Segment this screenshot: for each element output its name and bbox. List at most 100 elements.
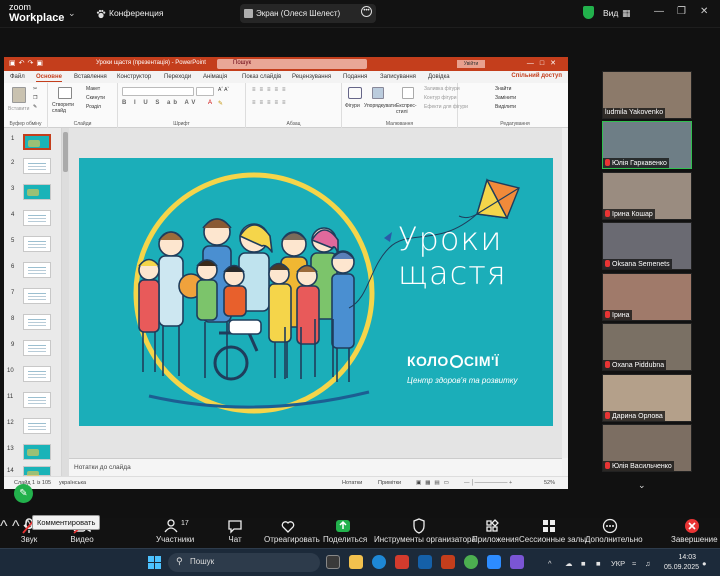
language-indicator[interactable]: українська: [59, 480, 86, 486]
participant-tile[interactable]: Ірина: [602, 273, 692, 321]
powerpoint-icon[interactable]: [441, 555, 455, 569]
section-button[interactable]: Розділ: [86, 104, 101, 110]
more-button[interactable]: Дополнительно: [585, 518, 643, 548]
tab-animations[interactable]: Анімація: [203, 74, 227, 80]
participant-tile[interactable]: Юлія Васильченко: [602, 424, 692, 472]
highlight-icon[interactable]: ✎: [218, 100, 223, 107]
quick-styles-icon[interactable]: [402, 87, 414, 99]
tab-file[interactable]: Файл: [10, 74, 25, 80]
taskbar-search[interactable]: ⚲ Пошук: [168, 553, 320, 572]
task-view-icon[interactable]: [326, 555, 340, 569]
taskbar-clock[interactable]: 14:03 05.09.2025: [664, 553, 699, 573]
participant-tile[interactable]: Ірина Кошар: [602, 172, 692, 220]
ppt-share-button[interactable]: Спільний доступ: [511, 73, 562, 79]
tab-view[interactable]: Подання: [343, 74, 367, 80]
align-buttons[interactable]: ≡≡≡≡≡: [252, 100, 290, 106]
select-button[interactable]: Виділити: [495, 104, 516, 110]
replace-button[interactable]: Замінити: [495, 95, 516, 101]
notes-pane[interactable]: Нотатки до слайда: [69, 458, 562, 476]
tab-insert[interactable]: Вставлення: [74, 74, 107, 80]
chrome-icon[interactable]: [464, 555, 478, 569]
slide-thumbnail[interactable]: [23, 210, 51, 226]
host-tools-button[interactable]: Инструменты организатора: [374, 518, 476, 548]
paste-button[interactable]: Вставити: [8, 106, 29, 112]
more-options-icon[interactable]: •••: [361, 6, 372, 17]
slide-thumbnail[interactable]: [23, 392, 51, 408]
arrange-icon[interactable]: [372, 87, 384, 99]
slide-thumbnail[interactable]: [23, 466, 51, 478]
app-icon[interactable]: [510, 555, 524, 569]
font-format-buttons[interactable]: B I U S ab AV: [122, 100, 198, 106]
end-meeting-button[interactable]: Завершение: [671, 518, 718, 548]
font-size-select[interactable]: [196, 87, 214, 96]
breakout-rooms-button[interactable]: Сессионные залы: [519, 518, 586, 548]
chevron-up-icon[interactable]: ^: [0, 518, 8, 535]
maximize-icon[interactable]: ❐: [677, 6, 686, 17]
shapes-icon[interactable]: [348, 87, 362, 99]
editor-scrollbar[interactable]: [562, 128, 568, 458]
conference-tab[interactable]: Конференция: [96, 8, 163, 19]
comments-toggle[interactable]: Примітки: [378, 480, 401, 486]
tab-record[interactable]: Записування: [380, 74, 416, 80]
share-button[interactable]: Поделиться: [323, 518, 367, 548]
participant-tile[interactable]: Oxana Piddubna: [602, 323, 692, 371]
slide-thumbnail[interactable]: [23, 366, 51, 382]
find-button[interactable]: Знайти: [495, 86, 511, 92]
ppt-search-box[interactable]: Пошук: [217, 59, 367, 69]
tab-slideshow[interactable]: Показ слайдів: [242, 74, 281, 80]
slide-thumbnail[interactable]: [23, 262, 51, 278]
notifications-icon[interactable]: ●: [702, 559, 707, 568]
reset-button[interactable]: Скинути: [86, 95, 105, 101]
participant-tile[interactable]: ludmila Yakovenko: [602, 71, 692, 119]
font-color-icon[interactable]: A: [208, 100, 212, 106]
chevron-down-icon[interactable]: ⌄: [68, 8, 76, 19]
new-slide-icon[interactable]: [58, 87, 72, 99]
store-icon[interactable]: [418, 555, 432, 569]
list-buttons[interactable]: ≡≡≡≡≡: [252, 87, 290, 93]
arrange-button[interactable]: Упорядкувати: [364, 103, 396, 109]
notes-toggle[interactable]: Нотатки: [342, 480, 362, 486]
shape-fill-button[interactable]: Заливка фігури: [424, 86, 460, 92]
paste-icon[interactable]: [12, 87, 26, 103]
slide-thumbnail[interactable]: [23, 314, 51, 330]
ppt-login-button[interactable]: Увійти: [457, 60, 485, 68]
thumbnails-scrollbar[interactable]: [62, 128, 69, 476]
quick-styles-button[interactable]: Експрес-стилі: [396, 103, 422, 115]
view-mode-icons[interactable]: ▣▦▤▭: [416, 480, 453, 486]
tab-help[interactable]: Довідка: [428, 74, 450, 80]
participant-tile[interactable]: Дарина Орлова: [602, 374, 692, 422]
layout-button[interactable]: Макет: [86, 86, 100, 92]
slide-thumbnail[interactable]: [23, 158, 51, 174]
view-grid-icon[interactable]: ▦: [622, 8, 631, 19]
tray-chevron-icon[interactable]: ^: [548, 559, 552, 568]
format-painter-icon[interactable]: ✎: [33, 104, 37, 110]
view-menu[interactable]: Вид: [603, 8, 618, 18]
tab-home[interactable]: Основне: [36, 74, 62, 82]
slide-thumbnail[interactable]: [23, 236, 51, 252]
slide-thumbnail[interactable]: [23, 288, 51, 304]
slide-thumbnail[interactable]: [23, 418, 51, 434]
shape-effects-button[interactable]: Ефекти для фігури: [424, 104, 468, 110]
windows-start-icon[interactable]: [148, 556, 161, 569]
slide-thumbnail[interactable]: [23, 134, 51, 150]
wifi-icon[interactable]: ≈: [632, 559, 636, 568]
zoom-level[interactable]: 52%: [544, 480, 555, 486]
slide-thumbnail[interactable]: [23, 184, 51, 200]
app-icon[interactable]: [395, 555, 409, 569]
current-slide[interactable]: Уроки щастя КОЛО СІМ'Ї Центр здоров'я та …: [79, 158, 553, 426]
shapes-button[interactable]: Фігури: [345, 103, 360, 109]
new-slide-button[interactable]: Створити слайд: [52, 102, 80, 114]
scrollbar-thumb[interactable]: [63, 132, 68, 172]
keyboard-language[interactable]: УКР: [611, 559, 625, 568]
tray-app-icon[interactable]: ■: [596, 559, 601, 568]
zoom-slider[interactable]: — │—————— +: [464, 480, 512, 486]
font-family-select[interactable]: [122, 87, 194, 96]
security-shield-icon[interactable]: [583, 6, 594, 19]
tab-design[interactable]: Конструктор: [117, 74, 151, 80]
annotate-pen-icon[interactable]: ✎: [14, 484, 33, 503]
tray-app-icon[interactable]: ■: [581, 559, 586, 568]
ppt-window-controls[interactable]: —□✕: [527, 59, 562, 67]
file-explorer-icon[interactable]: [349, 555, 363, 569]
tab-review[interactable]: Рецензування: [292, 74, 331, 80]
slide-thumbnail[interactable]: [23, 444, 51, 460]
